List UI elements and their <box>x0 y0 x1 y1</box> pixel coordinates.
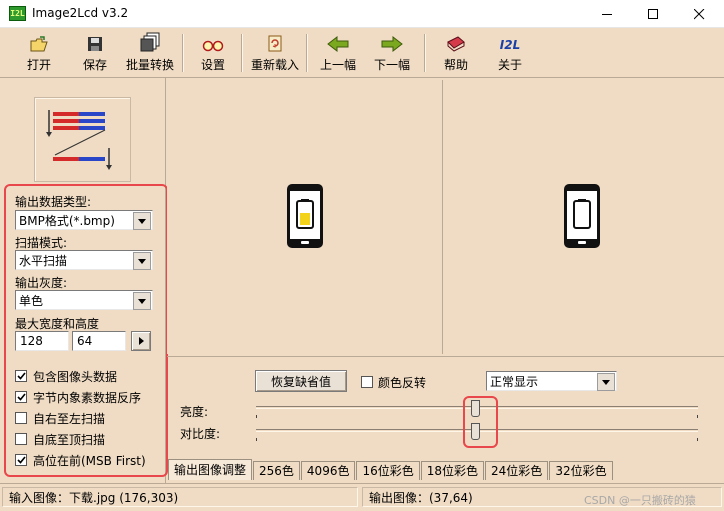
option-checkbox[interactable] <box>15 391 27 403</box>
dropdown-arrow-icon[interactable] <box>133 212 151 230</box>
gray-level-label: 输出灰度: <box>15 276 68 290</box>
display-mode-select[interactable]: 正常显示 <box>486 371 617 391</box>
arrow-left-icon <box>327 36 349 52</box>
max-height-input[interactable]: 64 <box>72 331 126 351</box>
toolbar: 打开 保存 批量转换 设置 重新载入 上一幅 下一幅 帮助 I2L 关于 <box>0 28 724 78</box>
input-preview-pane <box>167 80 443 354</box>
invert-color-checkbox[interactable] <box>361 376 373 388</box>
app-icon: I2L <box>9 6 26 21</box>
maximize-icon <box>647 8 658 19</box>
glasses-icon <box>202 40 224 52</box>
gray-level-select[interactable]: 单色 <box>15 290 153 310</box>
toolbar-separator <box>241 34 243 72</box>
close-button[interactable] <box>676 0 722 28</box>
previous-image-button[interactable]: 上一幅 <box>318 30 358 76</box>
batch-files-icon <box>140 32 160 52</box>
option-label: 字节内象素数据反序 <box>33 391 142 405</box>
open-button[interactable]: 打开 <box>20 30 58 76</box>
output-type-label: 输出数据类型: <box>15 195 92 209</box>
checkmark-icon <box>16 372 26 380</box>
help-book-icon <box>447 36 465 52</box>
checkmark-icon <box>16 456 26 464</box>
slider-highlight-box <box>463 396 498 448</box>
option-checkbox[interactable] <box>15 370 27 382</box>
dropdown-arrow-icon[interactable] <box>133 252 151 270</box>
input-image-status: 输入图像：下载.jpg (176,303) <box>2 487 358 507</box>
tab-1[interactable]: 256色 <box>253 461 300 480</box>
floppy-disk-icon <box>88 37 102 51</box>
reload-button[interactable]: 重新载入 <box>250 30 300 76</box>
play-arrow-icon <box>138 337 144 345</box>
phone-battery-icon <box>564 184 600 248</box>
arrow-right-icon <box>381 36 403 52</box>
option-label: 自右至左扫描 <box>33 412 106 426</box>
help-button[interactable]: 帮助 <box>440 30 472 76</box>
scan-direction-icon <box>46 110 112 170</box>
option-checkbox[interactable] <box>15 433 27 445</box>
tab-4[interactable]: 18位彩色 <box>420 461 485 480</box>
next-image-button[interactable]: 下一幅 <box>372 30 412 76</box>
tab-0[interactable]: 输出图像调整 <box>168 459 253 480</box>
minimize-icon <box>601 13 612 15</box>
dropdown-arrow-icon[interactable] <box>597 373 615 391</box>
maximize-button[interactable] <box>630 0 676 28</box>
toolbar-separator <box>306 34 308 72</box>
about-button[interactable]: I2L 关于 <box>494 30 526 76</box>
minimize-button[interactable] <box>584 0 630 28</box>
max-width-input[interactable]: 128 <box>15 331 69 351</box>
invert-color-label: 颜色反转 <box>378 376 427 390</box>
scan-mode-label: 扫描模式: <box>15 236 68 250</box>
tab-5[interactable]: 24位彩色 <box>485 461 549 480</box>
option-label: 高位在前(MSB First) <box>33 454 146 468</box>
dropdown-arrow-icon[interactable] <box>133 292 151 310</box>
option-label: 自底至顶扫描 <box>33 433 106 447</box>
toolbar-separator <box>424 34 426 72</box>
tab-2[interactable]: 4096色 <box>300 461 356 480</box>
option-label: 包含图像头数据 <box>33 370 118 384</box>
status-bar: 输入图像：下载.jpg (176,303) 输出图像：(37,64) CSDN … <box>0 483 724 511</box>
scan-mode-select[interactable]: 水平扫描 <box>15 250 153 270</box>
max-size-label: 最大宽度和高度 <box>15 317 100 331</box>
tab-3[interactable]: 16位彩色 <box>356 461 420 480</box>
option-checkbox[interactable] <box>15 412 27 424</box>
contrast-label: 对比度: <box>180 427 221 441</box>
output-type-select[interactable]: BMP格式(*.bmp) <box>15 210 153 230</box>
watermark: CSDN @一只搬砖的猿 <box>584 494 696 507</box>
close-icon <box>693 8 704 19</box>
open-folder-icon <box>30 36 48 52</box>
batch-convert-button[interactable]: 批量转换 <box>123 30 177 76</box>
brightness-label: 亮度: <box>180 405 209 419</box>
scan-mode-preview <box>34 97 131 182</box>
apply-size-button[interactable] <box>131 331 151 351</box>
about-logo-icon: I2L <box>499 38 521 52</box>
output-preview-pane <box>446 80 722 354</box>
settings-button[interactable]: 设置 <box>194 30 232 76</box>
tab-bar: 输出图像调整 256色 4096色 16位彩色 18位彩色 24位彩色 32位彩色 <box>168 459 614 481</box>
option-checkbox[interactable] <box>15 454 27 466</box>
save-button[interactable]: 保存 <box>76 30 114 76</box>
restore-defaults-button[interactable]: 恢复缺省值 <box>255 370 347 392</box>
toolbar-separator <box>182 34 184 72</box>
phone-battery-charging-icon <box>287 184 323 248</box>
checkmark-icon <box>16 393 26 401</box>
window-title: Image2Lcd v3.2 <box>32 6 129 20</box>
title-bar: I2L Image2Lcd v3.2 <box>0 0 724 28</box>
tab-6[interactable]: 32位彩色 <box>549 461 613 480</box>
reload-page-icon <box>268 35 282 52</box>
